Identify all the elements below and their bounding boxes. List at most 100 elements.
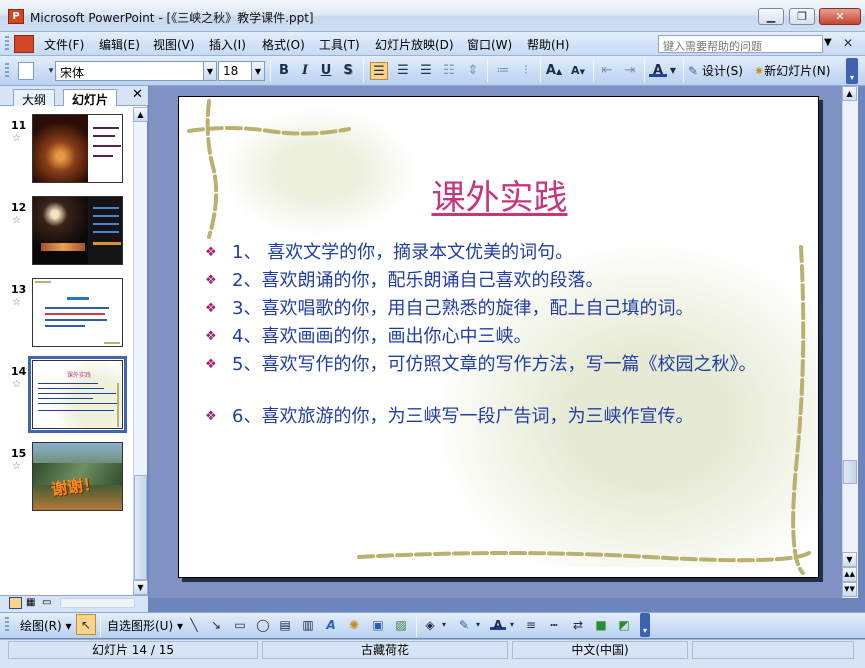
fill-color-icon[interactable]: ◈: [422, 617, 438, 633]
text-direction-icon[interactable]: ⇕: [464, 62, 482, 80]
toolbar-grip[interactable]: [5, 63, 9, 79]
distribute-icon[interactable]: ☷: [440, 62, 458, 80]
slide-scroll-thumb[interactable]: [843, 460, 857, 484]
bold-button[interactable]: B: [275, 62, 293, 80]
arrow-style-icon[interactable]: ⇄: [570, 617, 586, 633]
previous-slide-icon[interactable]: ▲▲: [842, 567, 857, 582]
shadow-button[interactable]: S: [339, 62, 357, 80]
line-color-icon[interactable]: ✎: [456, 617, 472, 633]
shadow-style-icon[interactable]: ■: [593, 617, 609, 633]
scroll-down-icon[interactable]: ▼: [842, 552, 857, 567]
horizontal-scrollbar[interactable]: [60, 598, 135, 608]
wordart-icon[interactable]: A: [323, 617, 339, 633]
font-size-field[interactable]: 18: [218, 61, 254, 81]
decrease-font-size-icon[interactable]: A▼: [569, 62, 587, 80]
scroll-up-icon[interactable]: ▲: [133, 107, 148, 122]
font-color-dropdown-icon[interactable]: ▼: [668, 62, 678, 80]
close-window-button[interactable]: ✕: [819, 8, 861, 25]
select-objects-icon[interactable]: ↖: [76, 614, 96, 635]
drawbar-grip[interactable]: [5, 617, 9, 633]
maximize-button[interactable]: ❐: [789, 8, 815, 25]
slide-sorter-view-icon[interactable]: ▦: [26, 597, 39, 609]
language-indicator: 中文(中国): [512, 641, 688, 659]
toolbar-overflow-icon[interactable]: ▾: [846, 58, 858, 84]
slide-title[interactable]: 课外实践: [179, 170, 818, 219]
slide-thumbnail-13[interactable]: [32, 278, 123, 347]
text-color-icon[interactable]: A: [490, 617, 506, 632]
rectangle-tool-icon[interactable]: ▭: [232, 617, 248, 633]
font-name-dropdown-icon[interactable]: ▼: [203, 61, 217, 81]
diagram-icon[interactable]: ✺: [346, 617, 362, 633]
text-color-dropdown-icon[interactable]: ▾: [508, 617, 516, 633]
textbox-tool-icon[interactable]: ▤: [277, 617, 293, 633]
slide-thumbnail-11[interactable]: [32, 114, 123, 183]
vertical-textbox-icon[interactable]: ▥: [300, 617, 316, 633]
bullet-text: 5、喜欢写作的你，可仿照文章的写作方法，写一篇《校园之秋》。: [232, 354, 757, 375]
new-slide-button[interactable]: ✷新幻灯片(N): [754, 62, 830, 80]
bullets-icon[interactable]: ⁝: [517, 62, 535, 80]
powerpoint-app-icon[interactable]: P: [8, 9, 24, 24]
increase-font-size-icon[interactable]: A▲: [545, 62, 563, 80]
menu-slideshow[interactable]: 幻灯片放映(D): [375, 36, 454, 53]
drawbar-overflow-icon[interactable]: ▾: [640, 613, 650, 637]
tab-outline[interactable]: 大纲: [13, 89, 56, 107]
slide-scrollbar[interactable]: [842, 86, 858, 598]
increase-indent-icon[interactable]: ⇥: [621, 62, 639, 80]
fill-color-dropdown-icon[interactable]: ▾: [440, 617, 448, 633]
menu-format[interactable]: 格式(O): [262, 36, 305, 53]
toolbar-separator: [683, 60, 684, 82]
close-document-button[interactable]: ✕: [843, 36, 853, 50]
normal-view-icon[interactable]: [9, 597, 22, 609]
autoshapes-menu-button[interactable]: 自选图形(U) ▾: [107, 617, 183, 634]
menu-insert[interactable]: 插入(I): [209, 36, 246, 53]
line-style-icon[interactable]: ≡: [523, 617, 539, 633]
help-dropdown-icon[interactable]: ▼: [824, 37, 832, 48]
menu-tools[interactable]: 工具(T): [319, 36, 360, 53]
scroll-down-icon[interactable]: ▼: [133, 580, 148, 595]
arrow-tool-icon[interactable]: ↘: [208, 617, 224, 633]
menu-view[interactable]: 视图(V): [153, 36, 195, 53]
font-name-field[interactable]: 宋体: [55, 61, 205, 81]
menu-edit[interactable]: 编辑(E): [99, 36, 140, 53]
line-color-dropdown-icon[interactable]: ▾: [474, 617, 482, 633]
document-icon[interactable]: [14, 35, 34, 53]
slide-canvas[interactable]: 课外实践 ❖ 1、 喜欢文学的你，摘录本文优美的词句。 ❖ 2、喜欢朗诵的你，配…: [178, 96, 819, 578]
toolbar-separator: [363, 60, 364, 82]
align-center-icon[interactable]: ☰: [394, 62, 412, 80]
font-size-dropdown-icon[interactable]: ▼: [251, 61, 265, 81]
menu-window[interactable]: 窗口(W): [467, 36, 512, 53]
slide-thumbnail-12[interactable]: [32, 196, 123, 265]
align-right-icon[interactable]: ☰: [417, 62, 435, 80]
decrease-indent-icon[interactable]: ⇤: [598, 62, 616, 80]
minimize-button[interactable]: ▁: [758, 8, 784, 25]
numbering-icon[interactable]: ≔: [494, 62, 512, 80]
slide-thumbnail-15[interactable]: 谢谢！: [32, 442, 123, 511]
bullet-diamond-icon: ❖: [205, 273, 217, 288]
next-slide-icon[interactable]: ▼▼: [842, 582, 857, 597]
align-left-icon[interactable]: ☰: [370, 62, 388, 80]
slide-thumbnail-14[interactable]: 课外实践: [32, 360, 123, 429]
slide-number: 15: [11, 447, 27, 460]
clipart-icon[interactable]: ▣: [370, 617, 386, 633]
underline-button[interactable]: U: [317, 62, 335, 80]
pane-close-button[interactable]: ✕: [132, 87, 143, 102]
draw-menu-button[interactable]: 绘图(R) ▾: [20, 617, 72, 634]
slideshow-view-icon[interactable]: ▭: [42, 597, 55, 609]
new-document-icon[interactable]: [18, 62, 34, 80]
font-color-icon[interactable]: A: [649, 62, 667, 78]
menu-file[interactable]: 文件(F): [44, 36, 84, 53]
scroll-up-icon[interactable]: ▲: [842, 86, 857, 101]
line-tool-icon[interactable]: ╲: [186, 617, 202, 633]
pane-scroll-thumb[interactable]: [134, 475, 147, 580]
menubar-grip[interactable]: [5, 36, 9, 52]
oval-tool-icon[interactable]: ◯: [255, 617, 271, 633]
dash-style-icon[interactable]: ┅: [546, 617, 562, 633]
new-slide-icon: ✷: [754, 64, 765, 78]
menu-help[interactable]: 帮助(H): [527, 36, 569, 53]
insert-picture-icon[interactable]: ▨: [393, 617, 409, 633]
italic-button[interactable]: I: [296, 62, 314, 80]
help-search-input[interactable]: 键入需要帮助的问题: [658, 35, 823, 53]
3d-style-icon[interactable]: ◩: [616, 617, 632, 633]
design-button[interactable]: ✎ 设计(S): [688, 62, 743, 80]
tab-slides[interactable]: 幻灯片: [63, 89, 118, 107]
